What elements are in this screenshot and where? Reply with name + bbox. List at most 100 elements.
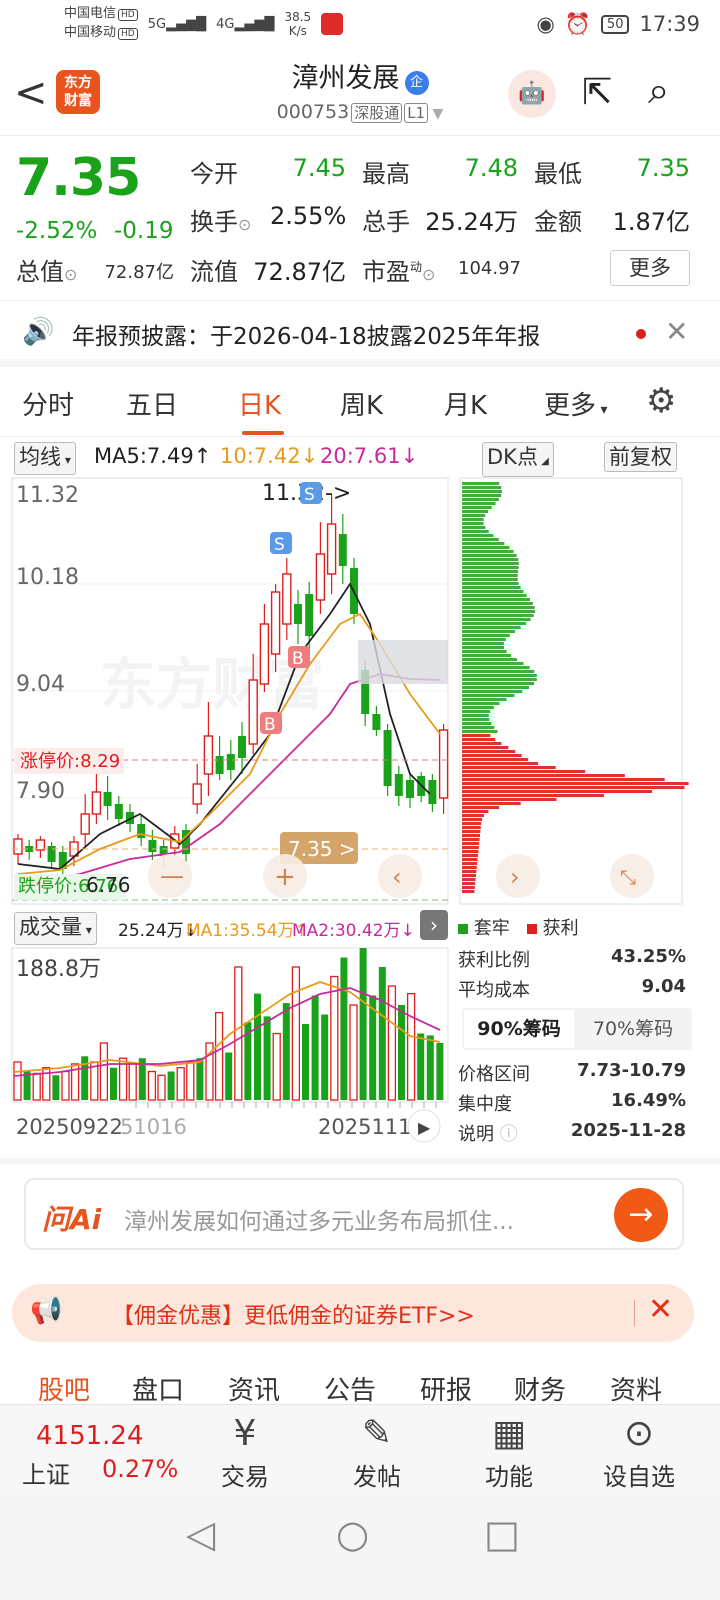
- chip-bar: [462, 662, 524, 665]
- tab-more[interactable]: 更多 ▾: [544, 385, 608, 422]
- search-icon[interactable]: ⌕: [648, 68, 669, 113]
- info-icon[interactable]: ⊙: [422, 265, 435, 284]
- chevron-left-icon[interactable]: ‹: [378, 854, 422, 898]
- chip-bar: [462, 882, 476, 885]
- candle: [294, 604, 302, 624]
- ai-question-text[interactable]: 漳州发展如何通过多元业务布局抓住...: [124, 1202, 514, 1236]
- signal-5g-icon: 5G▂▄▆█: [147, 16, 207, 32]
- index-percent[interactable]: 0.27%: [102, 1455, 178, 1483]
- notice-bar[interactable]: 🔊 年报预披露：于2026-04-18披露2025年年报 ✕: [0, 301, 720, 367]
- tab-intraday[interactable]: 分时: [22, 385, 74, 422]
- promo-banner[interactable]: 📢 【佣金优惠】更低佣金的证券ETF>> ✕: [12, 1284, 694, 1342]
- chip-bar: [462, 606, 535, 609]
- expand-arrow-icon[interactable]: ›: [420, 910, 448, 940]
- volume-bar: [214, 1011, 224, 1101]
- index-name[interactable]: 上证: [22, 1455, 70, 1490]
- indicator-select[interactable]: 均线 ▾: [14, 442, 76, 475]
- candle: [326, 523, 337, 575]
- tab-research[interactable]: 研报: [420, 1370, 472, 1407]
- chip-bar: [462, 754, 522, 757]
- battery-icon: 50: [600, 14, 630, 34]
- recents-nav-icon[interactable]: □: [484, 1512, 520, 1556]
- chip-bar: [462, 770, 586, 773]
- tab-weekly-k[interactable]: 周K: [340, 385, 383, 422]
- ai-assistant-icon[interactable]: 🤖: [508, 70, 556, 118]
- high-value: 7.48: [464, 154, 518, 182]
- tab-guba[interactable]: 股吧: [38, 1370, 90, 1407]
- period-tabs: 分时 五日 日K 周K 月K 更多 ▾ ⚙: [0, 367, 720, 437]
- grid-icon: ▦: [491, 1413, 526, 1454]
- tab-announcements[interactable]: 公告: [324, 1370, 376, 1407]
- tab-monthly-k[interactable]: 月K: [444, 385, 487, 422]
- volume-header: 成交量 ▾ 25.24万↓ MA1:35.54万↑ MA2:30.42万↓ ›: [0, 910, 450, 945]
- chip-bar: [462, 554, 517, 557]
- net-speed: 38.5 K/s: [284, 10, 312, 38]
- hd-badge: HD: [118, 28, 138, 40]
- tab-70-chips[interactable]: 70%筹码: [578, 1010, 688, 1048]
- chip-bar: [462, 774, 625, 777]
- tab-finance[interactable]: 财务: [514, 1370, 566, 1407]
- info-icon[interactable]: ⊙: [238, 215, 251, 234]
- zoom-in-button[interactable]: +: [263, 854, 307, 898]
- notice-text[interactable]: 年报预披露：于2026-04-18披露2025年年报: [72, 317, 540, 351]
- tag-level1[interactable]: L1: [404, 103, 429, 123]
- volume-bar: [321, 1014, 329, 1100]
- close-icon[interactable]: ✕: [665, 315, 688, 348]
- info-icon[interactable]: ⓘ: [500, 1124, 518, 1145]
- close-icon[interactable]: ✕: [648, 1292, 673, 1327]
- carriers: 中国电信 HD 中国移动 HD: [64, 5, 138, 43]
- tab-five-day[interactable]: 五日: [126, 385, 178, 422]
- adjust-select[interactable]: 前复权: [604, 442, 677, 472]
- volume-bar: [99, 1042, 109, 1101]
- nav-post[interactable]: ✎ 发帖: [332, 1413, 422, 1492]
- info-icon[interactable]: ⊙: [64, 265, 77, 284]
- candle: [270, 591, 281, 655]
- chip-bar: [462, 506, 492, 509]
- chip-bar: [462, 854, 478, 857]
- volume-bar: [32, 1072, 41, 1101]
- chip-bar: [462, 510, 489, 513]
- share-icon[interactable]: ⇱: [582, 72, 612, 113]
- volume-bar: [311, 995, 319, 1100]
- nav-add-watchlist[interactable]: ⊙ 设自选: [594, 1413, 684, 1492]
- candle: [226, 754, 235, 770]
- chip-bar: [462, 834, 481, 837]
- index-value[interactable]: 4151.24: [36, 1421, 144, 1451]
- home-nav-icon[interactable]: ○: [336, 1512, 369, 1556]
- volume-bar: [349, 1004, 358, 1101]
- dk-point-select[interactable]: DK点 ◢: [482, 442, 554, 477]
- chip-bar: [462, 546, 510, 549]
- more-button[interactable]: 更多: [610, 250, 690, 286]
- desc-row: 说明 ⓘ 2025-11-28: [458, 1120, 686, 1145]
- play-arrow-icon[interactable]: ▶: [407, 1109, 441, 1143]
- promo-text[interactable]: 【佣金优惠】更低佣金的证券ETF>>: [112, 1298, 475, 1330]
- ai-question-box[interactable]: 问Ai 漳州发展如何通过多元业务布局抓住... →: [24, 1178, 684, 1250]
- volume-bar: [417, 1033, 425, 1100]
- nav-trade[interactable]: ¥ 交易: [200, 1413, 290, 1492]
- divider: [0, 1158, 720, 1164]
- tab-news[interactable]: 资讯: [228, 1370, 280, 1407]
- chevron-down-icon[interactable]: ▼: [428, 106, 444, 122]
- turnover-label: 换手⊙: [190, 208, 252, 236]
- low-value: 7.35: [636, 154, 690, 182]
- candlestick-chart[interactable]: 东方财富 11.32 10.18 9.04 7.90 11.32-> 涨停价:8…: [0, 474, 720, 910]
- tab-pankou[interactable]: 盘口: [132, 1370, 184, 1407]
- chip-bar: [462, 646, 505, 649]
- chevron-right-icon[interactable]: ›: [496, 854, 540, 898]
- tag-shenguotong: 深股通: [351, 103, 403, 123]
- s-marker: S: [300, 482, 322, 505]
- arrow-right-icon[interactable]: →: [614, 1188, 668, 1242]
- tab-90-chips[interactable]: 90%筹码: [464, 1010, 574, 1048]
- tab-profile[interactable]: 资料: [610, 1370, 662, 1407]
- back-nav-icon[interactable]: ◁: [186, 1512, 215, 1556]
- volume-bar: [263, 1016, 271, 1100]
- expand-icon[interactable]: ⤡: [610, 854, 654, 898]
- gear-icon[interactable]: ⚙: [646, 381, 676, 421]
- volume-chart[interactable]: 188.8万 20250922 51016 2025111 ▶: [0, 944, 452, 1154]
- carrier-2: 中国移动: [64, 25, 117, 40]
- volume-indicator-select[interactable]: 成交量 ▾: [14, 912, 97, 945]
- nav-functions[interactable]: ▦ 功能: [464, 1413, 554, 1492]
- zoom-out-button[interactable]: —: [148, 854, 192, 898]
- tab-daily-k[interactable]: 日K: [238, 385, 281, 422]
- chip-bar: [462, 794, 604, 797]
